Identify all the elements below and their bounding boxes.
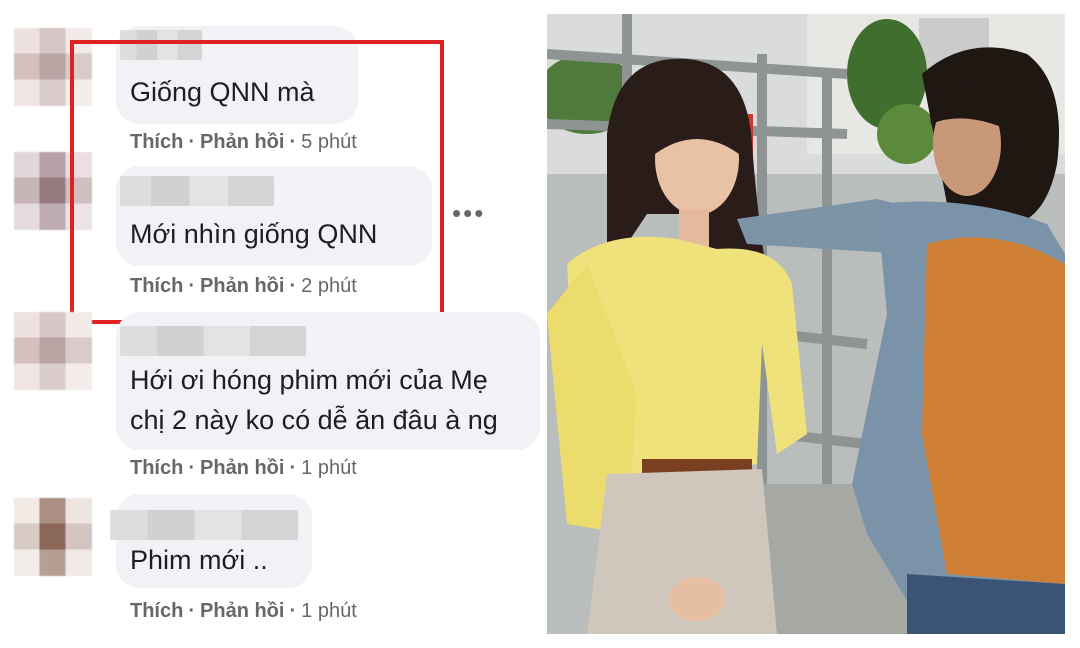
comment-time[interactable]: 1 phút [301,600,357,622]
comment-meta: Thích · Phản hồi · 1 phút [130,457,357,479]
comment-bubble: Hới ơi hóng phim mới của Mẹ chị 2 này ko… [116,312,540,450]
avatar[interactable] [14,312,92,390]
comment-author[interactable] [110,510,298,540]
comment-bubble: Phim mới .. [110,494,312,588]
comment-time[interactable]: 1 phút [301,457,357,479]
like-link[interactable]: Thích [130,457,183,479]
comment-author[interactable] [120,326,306,356]
reply-link[interactable]: Phản hồi [200,457,284,479]
reply-link[interactable]: Phản hồi [200,600,284,622]
highlight-box [70,40,444,324]
comment-text-line: chị 2 này ko có dễ ăn đâu à ng [130,405,498,435]
comment-meta: Thích · Phản hồi · 1 phút [130,600,357,622]
photo [547,14,1065,634]
comment-text-line: Hới ơi hóng phim mới của Mẹ [130,365,488,395]
avatar[interactable] [14,498,92,576]
comment-thread: Giống QNN mà Thích · Phản hồi · 5 phút Mới n… [0,0,540,648]
comment-text: Phim mới .. [130,545,268,575]
photo-illustration [547,14,1065,634]
more-options-icon[interactable]: ••• [452,200,485,226]
like-link[interactable]: Thích [130,600,183,622]
